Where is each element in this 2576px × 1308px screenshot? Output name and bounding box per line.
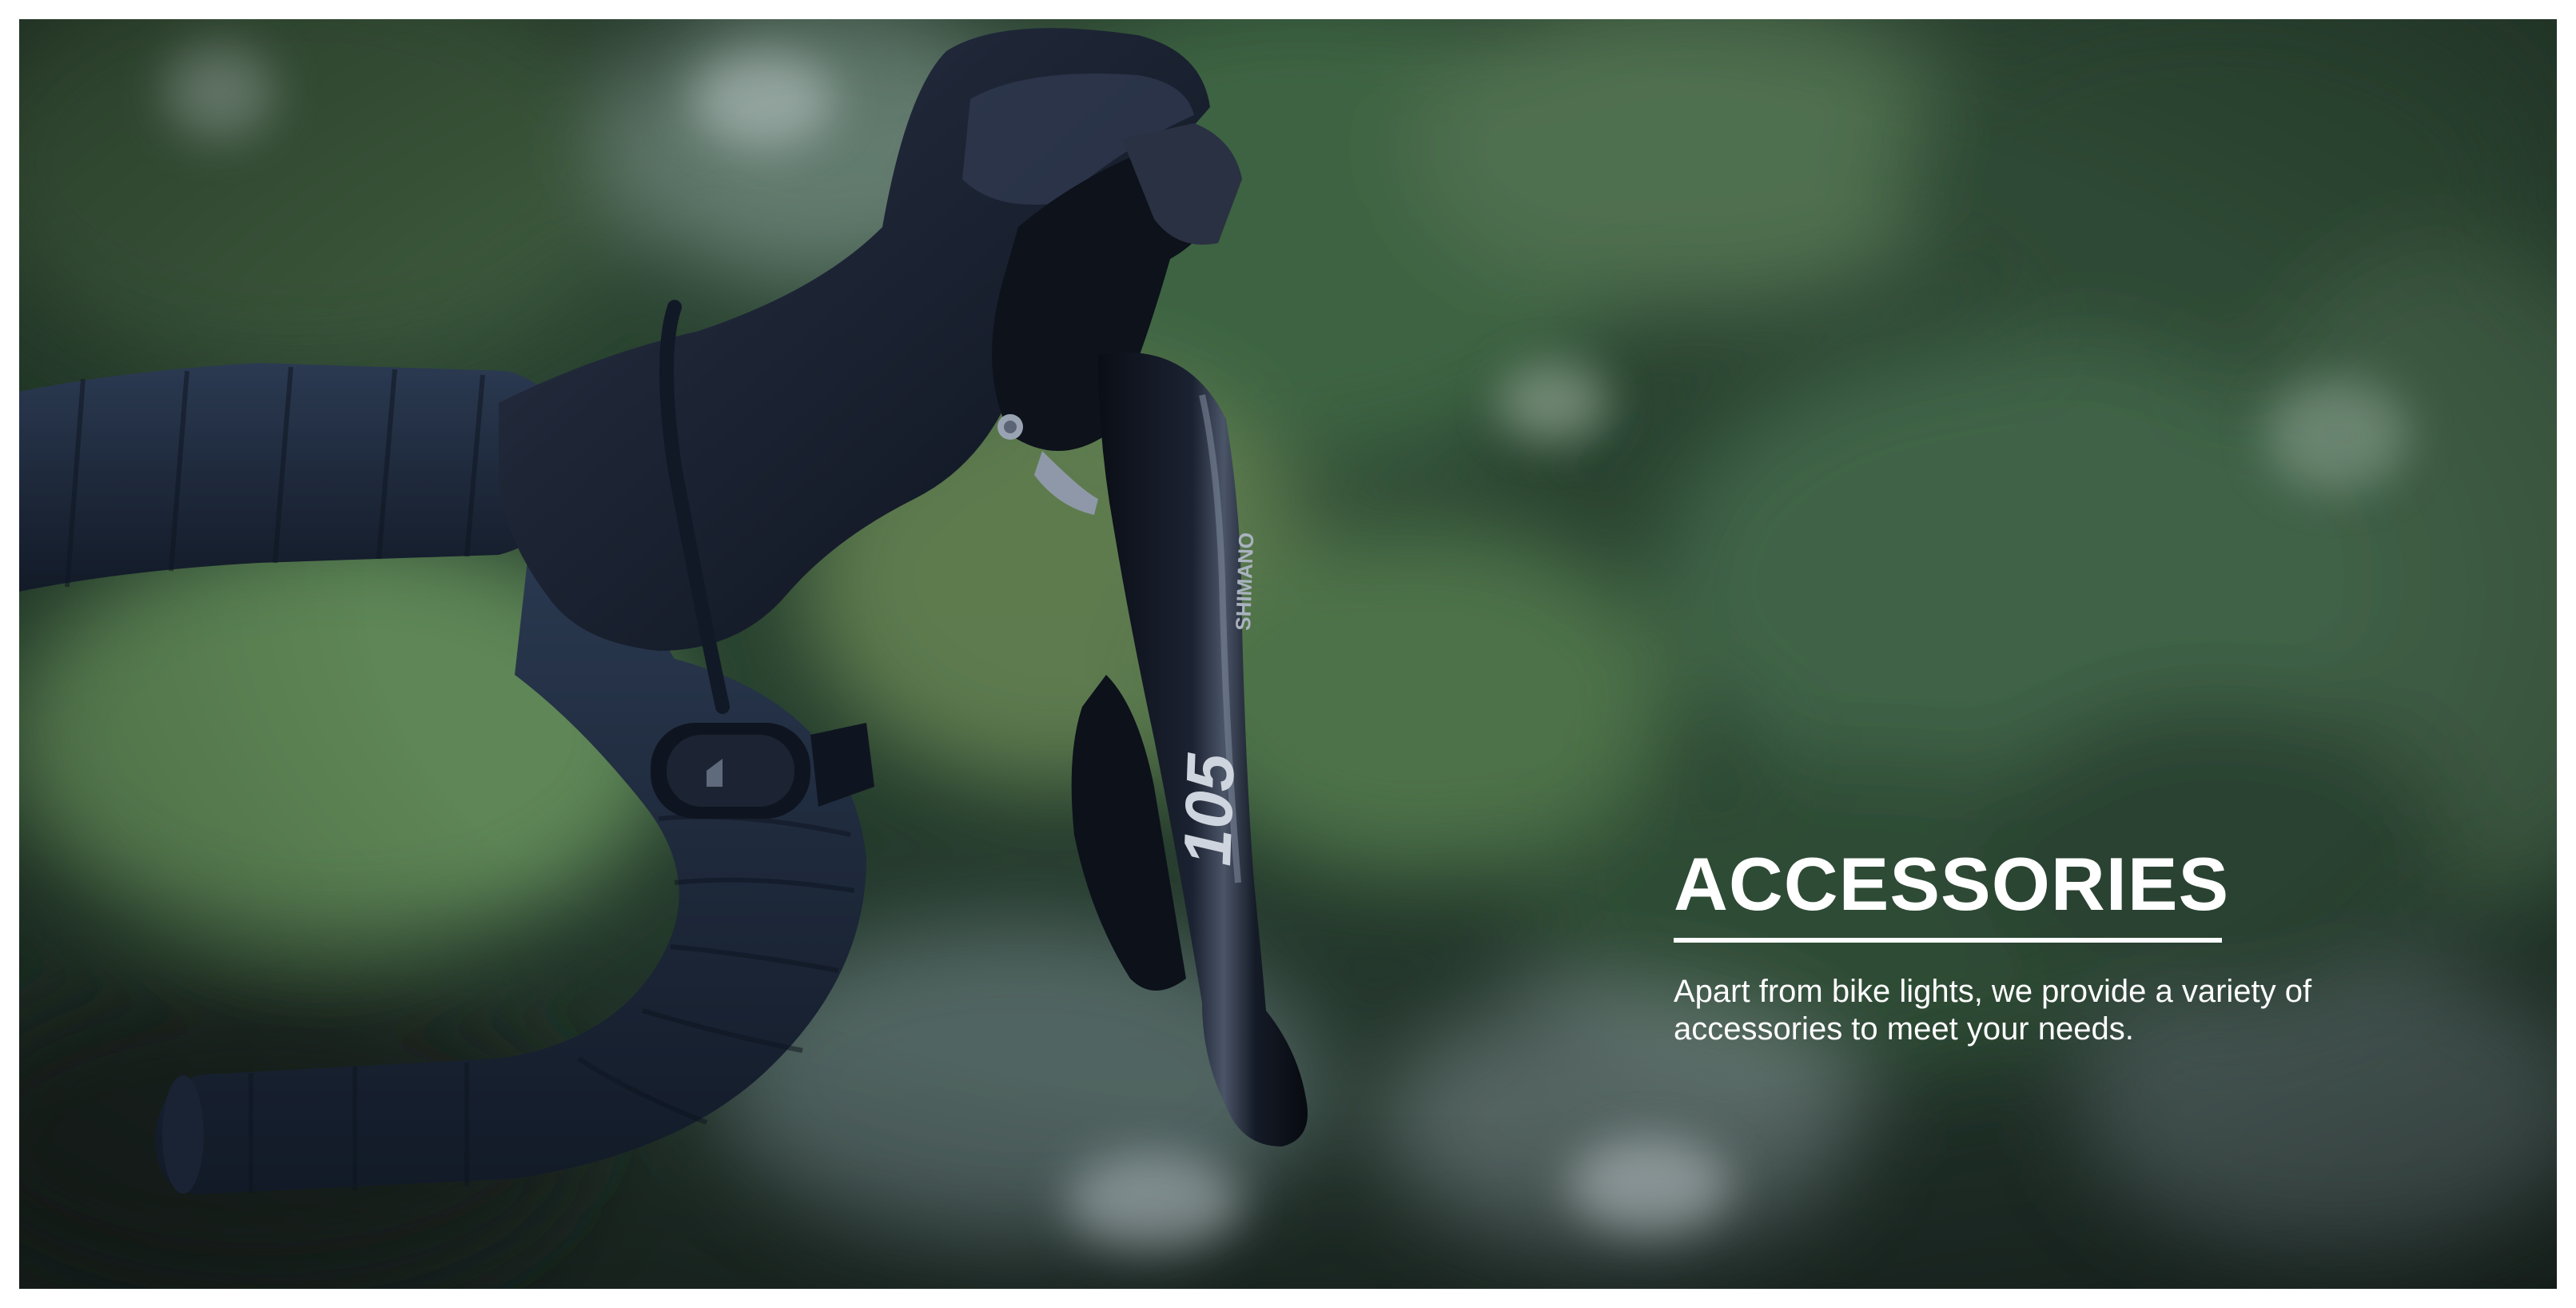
hero-banner: 105 SHIMANO ACCESSORIES Apart from bike … xyxy=(19,19,2557,1289)
hero-photo: 105 SHIMANO xyxy=(19,19,2557,1289)
svg-text:SHIMANO: SHIMANO xyxy=(1231,532,1258,631)
heading-underline xyxy=(1674,938,2222,943)
svg-text:105: 105 xyxy=(1169,752,1248,867)
hero-description: Apart from bike lights, we provide a var… xyxy=(1674,974,2312,1047)
hero-text-block: ACCESSORIES Apart from bike lights, we p… xyxy=(1674,847,2393,1080)
hero-heading: ACCESSORIES xyxy=(1674,842,2230,926)
